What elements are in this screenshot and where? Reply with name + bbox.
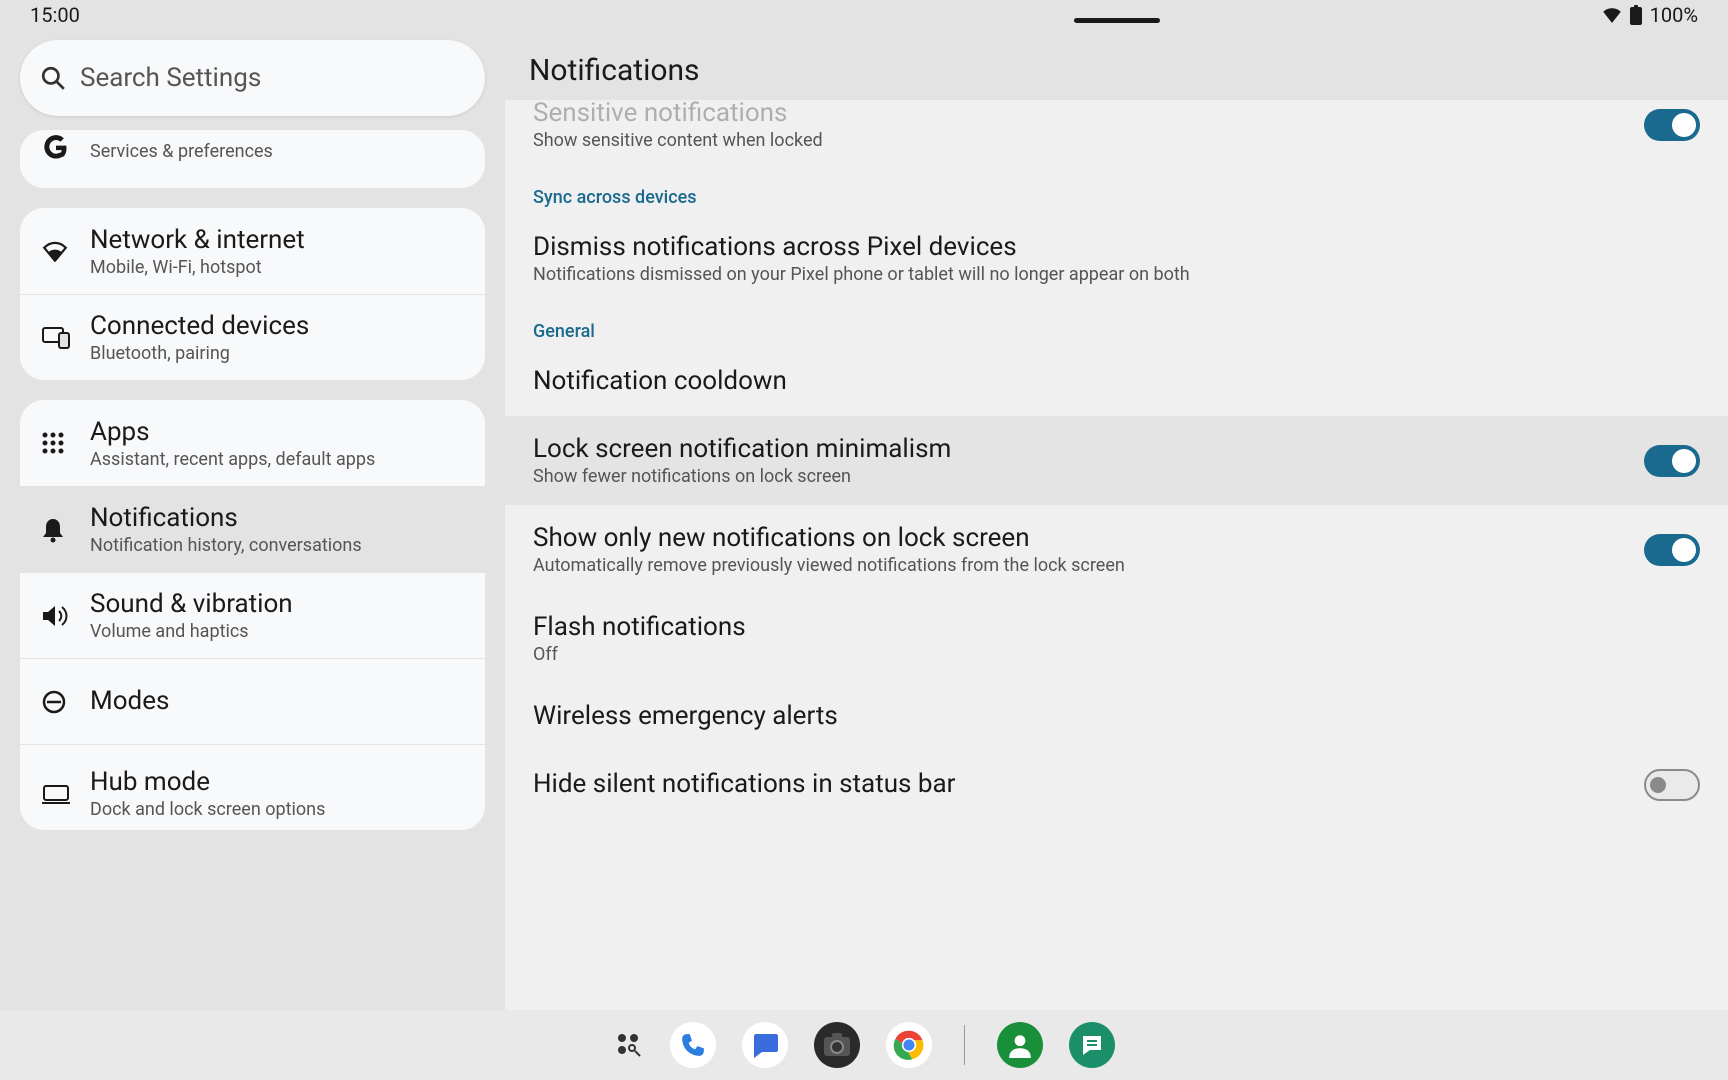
section-sync-label: Sync across devices xyxy=(505,169,1728,214)
nav-sub: Dock and lock screen options xyxy=(90,799,463,820)
setting-title: Dismiss notifications across Pixel devic… xyxy=(533,232,1680,262)
nav-title: Network & internet xyxy=(90,225,463,255)
setting-flash-notifications[interactable]: Flash notifications Off xyxy=(505,594,1728,683)
chat-app-icon[interactable] xyxy=(1069,1022,1115,1068)
setting-lockscreen-minimalism[interactable]: Lock screen notification minimalism Show… xyxy=(505,416,1728,505)
sidebar-item-notifications[interactable]: Notifications Notification history, conv… xyxy=(20,486,485,572)
status-time: 15:00 xyxy=(30,3,80,27)
nav-title: Hub mode xyxy=(90,767,463,797)
contacts-app-icon[interactable] xyxy=(997,1022,1043,1068)
setting-title: Wireless emergency alerts xyxy=(533,701,1680,731)
setting-sensitive-notifications[interactable]: Sensitive notifications Show sensitive c… xyxy=(505,100,1728,169)
status-battery-pct: 100% xyxy=(1650,3,1698,27)
settings-scroll-area[interactable]: Sensitive notifications Show sensitive c… xyxy=(505,100,1728,1080)
setting-title: Lock screen notification minimalism xyxy=(533,434,1624,464)
apps-icon xyxy=(42,432,90,454)
page-title: Notifications xyxy=(529,53,700,88)
modes-icon xyxy=(42,690,90,714)
google-icon xyxy=(42,130,90,162)
setting-sub: Off xyxy=(533,644,1680,665)
messages-app-icon[interactable] xyxy=(742,1022,788,1068)
chrome-app-icon[interactable] xyxy=(886,1022,932,1068)
devices-icon xyxy=(42,327,90,349)
statusbar: 15:00 100% xyxy=(0,0,1728,30)
setting-notification-cooldown[interactable]: Notification cooldown xyxy=(505,348,1728,416)
sidebar-item-google[interactable]: Google Services & preferences xyxy=(20,130,485,188)
search-settings-bar[interactable]: Search Settings xyxy=(20,40,485,116)
nav-sub: Volume and haptics xyxy=(90,621,463,642)
battery-icon xyxy=(1630,5,1642,25)
taskbar-divider xyxy=(964,1025,965,1065)
setting-only-new-on-lockscreen[interactable]: Show only new notifications on lock scre… xyxy=(505,505,1728,594)
toggle-sensitive[interactable] xyxy=(1644,109,1700,141)
sidebar-item-sound[interactable]: Sound & vibration Volume and haptics xyxy=(20,572,485,658)
bell-icon xyxy=(42,517,90,543)
setting-sub: Automatically remove previously viewed n… xyxy=(533,555,1624,576)
toggle-hide-silent[interactable] xyxy=(1644,769,1700,801)
sidebar-item-network[interactable]: Network & internet Mobile, Wi-Fi, hotspo… xyxy=(20,208,485,294)
hub-icon xyxy=(42,784,90,804)
nav-sub: Mobile, Wi-Fi, hotspot xyxy=(90,257,463,278)
sidebar-item-connected-devices[interactable]: Connected devices Bluetooth, pairing xyxy=(20,294,485,380)
wifi-icon xyxy=(42,240,90,262)
setting-sub: Show fewer notifications on lock screen xyxy=(533,466,1624,487)
setting-sub: Show sensitive content when locked xyxy=(533,130,1624,151)
nav-sub: Notification history, conversations xyxy=(90,535,463,556)
search-placeholder: Search Settings xyxy=(80,63,261,93)
phone-app-icon[interactable] xyxy=(670,1022,716,1068)
sidebar-item-hub-mode[interactable]: Hub mode Dock and lock screen options xyxy=(20,744,485,830)
nav-title: Modes xyxy=(90,686,463,716)
sidebar-item-modes[interactable]: Modes xyxy=(20,658,485,744)
setting-wireless-emergency-alerts[interactable]: Wireless emergency alerts xyxy=(505,683,1728,751)
nav-title: Notifications xyxy=(90,503,463,533)
sound-icon xyxy=(42,605,90,627)
sidebar-item-apps[interactable]: Apps Assistant, recent apps, default app… xyxy=(20,400,485,486)
setting-hide-silent-notifications[interactable]: Hide silent notifications in status bar xyxy=(505,751,1728,819)
setting-title: Notification cooldown xyxy=(533,366,1680,396)
taskbar xyxy=(0,1010,1728,1080)
setting-sub: Notifications dismissed on your Pixel ph… xyxy=(533,264,1680,285)
nav-sub: Assistant, recent apps, default apps xyxy=(90,449,463,470)
wifi-icon xyxy=(1602,7,1622,23)
settings-sidebar: Search Settings Google Services & prefer… xyxy=(0,0,505,1080)
setting-title: Hide silent notifications in status bar xyxy=(533,769,1624,799)
toggle-minimalism[interactable] xyxy=(1644,445,1700,477)
setting-dismiss-across-devices[interactable]: Dismiss notifications across Pixel devic… xyxy=(505,214,1728,303)
camera-app-icon[interactable] xyxy=(814,1022,860,1068)
toggle-only-new[interactable] xyxy=(1644,534,1700,566)
nav-title: Apps xyxy=(90,417,463,447)
section-general-label: General xyxy=(505,303,1728,348)
nav-title: Sound & vibration xyxy=(90,589,463,619)
search-icon xyxy=(40,65,66,91)
nav-sub: Bluetooth, pairing xyxy=(90,343,463,364)
nav-title: Connected devices xyxy=(90,311,463,341)
detail-pane: Notifications Sensitive notifications Sh… xyxy=(505,0,1728,1080)
setting-title: Show only new notifications on lock scre… xyxy=(533,523,1624,553)
nav-sub: Services & preferences xyxy=(90,141,463,162)
setting-title: Flash notifications xyxy=(533,612,1680,642)
app-drawer-button[interactable] xyxy=(614,1030,644,1060)
setting-title: Sensitive notifications xyxy=(533,100,1624,128)
